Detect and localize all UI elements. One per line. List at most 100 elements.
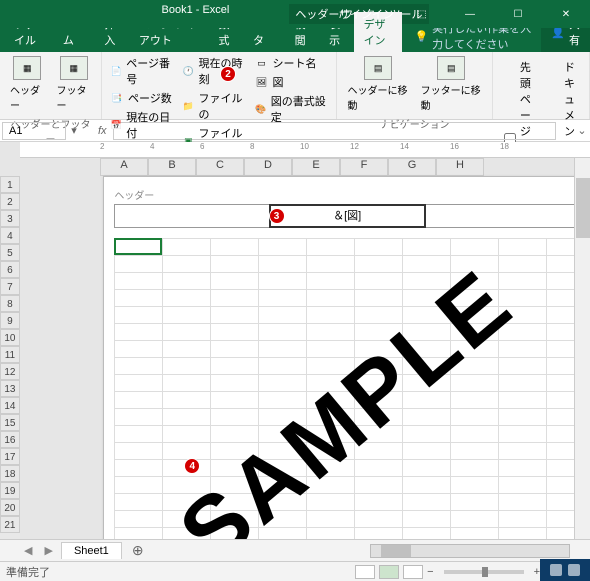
row-header[interactable]: 21 xyxy=(0,516,20,533)
name-box-dropdown[interactable]: ▾ xyxy=(66,124,82,137)
ribbon: ▦ヘッダー ▦フッター ヘッダーとフッター 📄ページ番号 📑ページ数 📅現在の日… xyxy=(0,52,590,120)
worksheet-grid[interactable]: SAMPLE 4 xyxy=(114,238,579,561)
row-header[interactable]: 7 xyxy=(0,278,20,295)
footer-button[interactable]: ▦フッター xyxy=(53,54,96,114)
current-time-button[interactable]: 🕐現在の時刻 xyxy=(180,54,248,88)
zoom-out-button[interactable]: − xyxy=(427,566,433,578)
footer-icon: ▦ xyxy=(60,56,88,80)
row-header[interactable]: 18 xyxy=(0,465,20,482)
group-options: 先頭ページのみ別指定 奇数/偶数ページ別指定 ドキュメントに合わせて拡大/縮小 … xyxy=(493,52,590,119)
page-break-view-button[interactable] xyxy=(403,565,423,579)
sheet-name-button[interactable]: ▭シート名 xyxy=(253,54,331,72)
row-header[interactable]: 10 xyxy=(0,329,20,346)
col-header[interactable]: C xyxy=(196,158,244,176)
title-bar: Book1 - Excel ヘッダー/フッター ツール サインイン ⬚ ― ☐ … xyxy=(0,0,590,28)
row-header[interactable]: 2 xyxy=(0,193,20,210)
page-number-button[interactable]: 📄ページ番号 xyxy=(108,54,176,88)
row-header[interactable]: 4 xyxy=(0,227,20,244)
bulb-icon: 💡 xyxy=(414,30,428,43)
file-path-button[interactable]: 📁ファイルの xyxy=(180,89,248,123)
formula-bar-expand[interactable]: ⌄ xyxy=(574,124,590,137)
doc-title: Book1 - Excel xyxy=(162,4,230,24)
row-header[interactable]: 1 xyxy=(0,176,20,193)
row-header[interactable]: 11 xyxy=(0,346,20,363)
ribbon-tabs: ファイル ホーム 挿入 ページ レイアウト 数式 データ 校閲 表示 デザイン … xyxy=(0,28,590,52)
name-box[interactable]: A1 xyxy=(2,122,66,140)
current-date-button[interactable]: 📅現在の日付 xyxy=(108,108,176,142)
date-icon: 📅 xyxy=(110,118,122,132)
row-header[interactable]: 19 xyxy=(0,482,20,499)
header-center-section[interactable]: 3 ＆[図] xyxy=(269,204,426,228)
row-header[interactable]: 20 xyxy=(0,499,20,516)
picture-format-button[interactable]: 🎨図の書式設定 xyxy=(253,92,331,126)
row-header[interactable]: 15 xyxy=(0,414,20,431)
page-layout-view-button[interactable] xyxy=(379,565,399,579)
callout-3: 3 xyxy=(269,208,285,224)
sheet-tabs-bar: ◀ ▶ Sheet1 ⊕ xyxy=(0,539,590,561)
row-header[interactable]: 6 xyxy=(0,261,20,278)
col-header[interactable]: H xyxy=(436,158,484,176)
row-header[interactable]: 12 xyxy=(0,363,20,380)
status-bar: 準備完了 − + 100% xyxy=(0,561,590,581)
zoom-slider[interactable] xyxy=(444,570,524,574)
picture-button[interactable]: 🖼図 xyxy=(253,73,331,91)
col-header[interactable]: G xyxy=(388,158,436,176)
row-header[interactable]: 9 xyxy=(0,312,20,329)
group-navigation: ▤ヘッダーに移動 ▤フッターに移動 ナビゲーション xyxy=(337,52,492,119)
goto-header-icon: ▤ xyxy=(364,56,392,80)
tray-icon-1[interactable] xyxy=(550,564,562,576)
col-header[interactable]: E xyxy=(292,158,340,176)
gridlines xyxy=(114,238,579,561)
header-label: ヘッダー xyxy=(114,187,579,202)
header-left-section[interactable] xyxy=(115,205,269,227)
ribbon-options-button[interactable]: ⬚ xyxy=(402,0,442,28)
tab-nav-prev[interactable]: ◀ xyxy=(20,544,36,557)
col-header[interactable]: D xyxy=(244,158,292,176)
header-right-section[interactable] xyxy=(425,205,578,227)
active-cell-a1[interactable] xyxy=(114,238,162,255)
row-header[interactable]: 17 xyxy=(0,448,20,465)
normal-view-button[interactable] xyxy=(355,565,375,579)
goto-footer-button[interactable]: ▤フッターに移動 xyxy=(417,54,486,114)
horizontal-ruler: 24681012141618 xyxy=(20,142,590,158)
sheet-icon: ▭ xyxy=(255,56,269,70)
row-header[interactable]: 14 xyxy=(0,397,20,414)
status-text: 準備完了 xyxy=(6,564,50,580)
horizontal-scrollbar[interactable] xyxy=(370,544,570,558)
hscroll-thumb[interactable] xyxy=(381,545,411,557)
select-all-corner[interactable] xyxy=(20,158,100,176)
row-header[interactable]: 16 xyxy=(0,431,20,448)
page-count-button[interactable]: 📑ページ数 xyxy=(108,89,176,107)
row-header[interactable]: 13 xyxy=(0,380,20,397)
row-header[interactable]: 5 xyxy=(0,244,20,261)
tray-icon-2[interactable] xyxy=(568,564,580,576)
signin-link[interactable]: サインイン xyxy=(339,6,394,22)
folder-icon: 📁 xyxy=(182,99,194,113)
system-tray xyxy=(540,559,590,581)
col-header[interactable]: A xyxy=(100,158,148,176)
row-header[interactable]: 8 xyxy=(0,295,20,312)
maximize-button[interactable]: ☐ xyxy=(498,0,538,28)
row-headers: 123456789101112131415161718192021 xyxy=(0,176,20,561)
vertical-scrollbar[interactable] xyxy=(574,158,590,539)
col-header[interactable]: F xyxy=(340,158,388,176)
row-header[interactable]: 3 xyxy=(0,210,20,227)
pages-icon: 📑 xyxy=(110,91,124,105)
close-button[interactable]: ✕ xyxy=(546,0,586,28)
goto-header-button[interactable]: ▤ヘッダーに移動 xyxy=(343,54,412,114)
format-icon: 🎨 xyxy=(255,102,267,116)
add-sheet-button[interactable]: ⊕ xyxy=(126,542,150,559)
header-sections: 3 ＆[図] xyxy=(114,204,579,228)
col-header[interactable]: B xyxy=(148,158,196,176)
callout-2: 2 xyxy=(220,66,236,82)
clock-icon: 🕐 xyxy=(182,64,194,78)
sheet-area: 24681012141618 ABCDEFGH 1234567891011121… xyxy=(0,142,590,561)
header-icon: ▦ xyxy=(13,56,41,80)
zoom-slider-thumb[interactable] xyxy=(482,567,488,577)
minimize-button[interactable]: ― xyxy=(450,0,490,28)
sheet-tab-1[interactable]: Sheet1 xyxy=(61,542,122,559)
header-button[interactable]: ▦ヘッダー xyxy=(6,54,49,114)
column-headers: ABCDEFGH xyxy=(20,158,590,176)
tab-nav-next[interactable]: ▶ xyxy=(40,544,56,557)
vscroll-thumb[interactable] xyxy=(576,178,590,238)
